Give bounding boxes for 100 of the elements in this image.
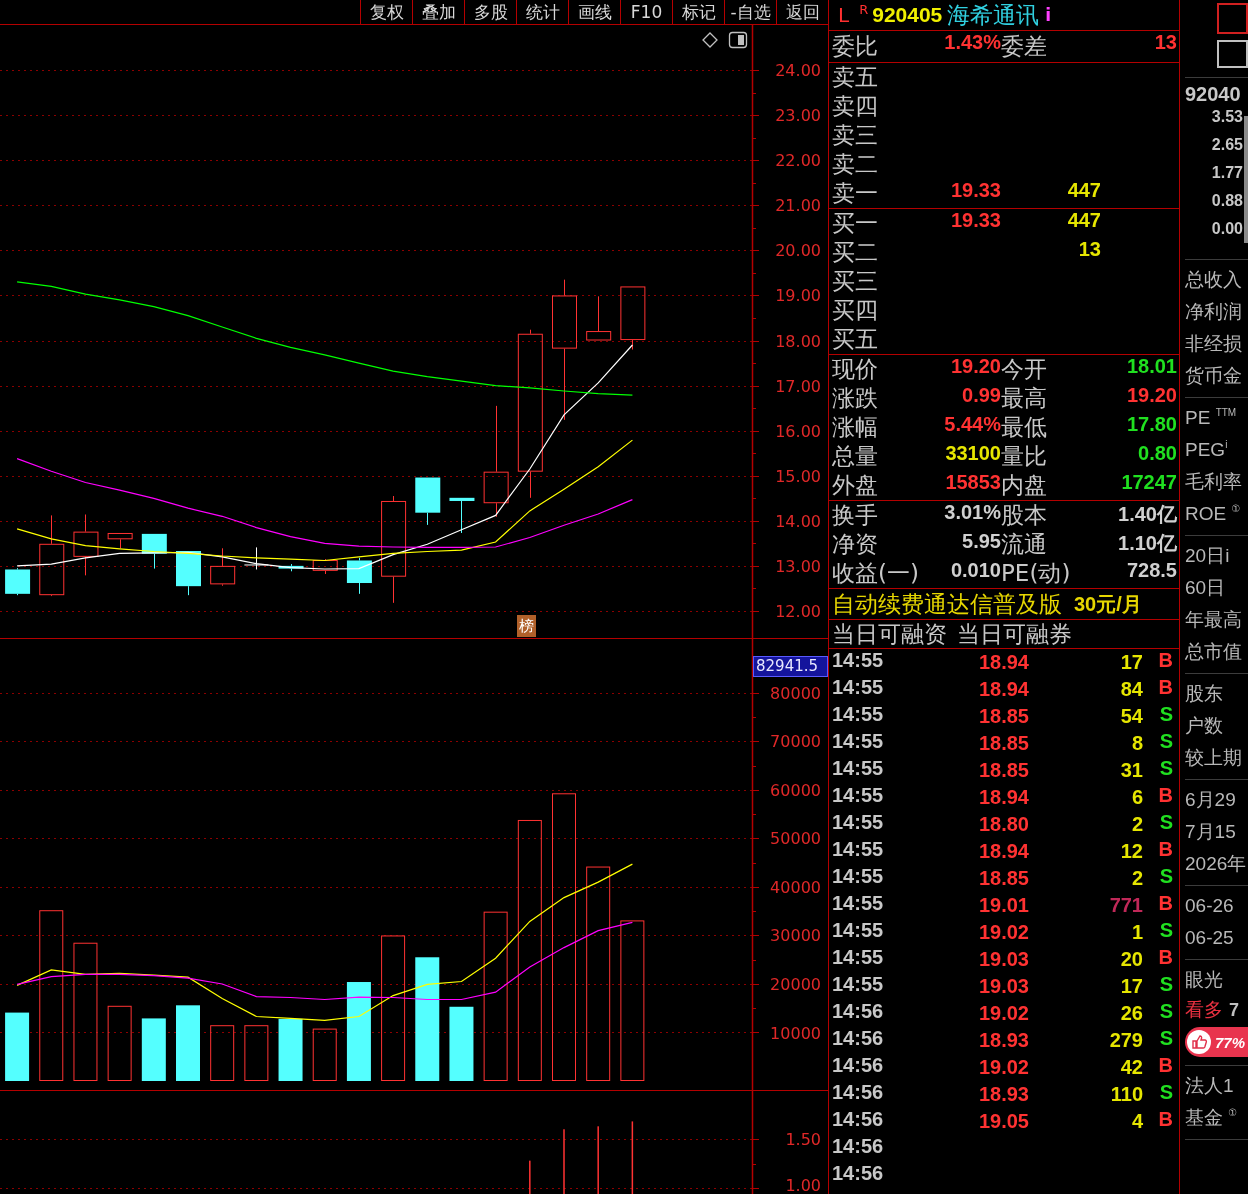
candlestick [415, 477, 441, 526]
scale-label: 2.65 [1210, 136, 1243, 155]
trade-time: 14:56 [832, 1135, 885, 1159]
info-label: ROE $^{①}$ [1185, 502, 1242, 526]
vote-count: 7 [1229, 999, 1239, 1021]
axis-label: 1.50 [785, 1130, 821, 1150]
scale-label: 3.53 [1210, 108, 1243, 127]
trade-price: 18.85 [977, 866, 1029, 891]
vote-label: 看多 [1185, 997, 1223, 1022]
trade-side: S [1158, 1027, 1173, 1051]
trade-volume: 771 [1108, 893, 1143, 918]
toolbar-button[interactable]: F10 [620, 0, 672, 24]
axis-label: 17.00 [775, 376, 821, 396]
order-volume: 13 [1077, 238, 1101, 262]
toolbar-button[interactable]: 画线 [568, 0, 620, 24]
candlestick [5, 567, 31, 596]
axis-label: 80000 [770, 683, 821, 703]
toolbar-button[interactable]: 复权 [360, 0, 412, 24]
trade-time: 14:55 [832, 757, 885, 781]
promo-link[interactable]: 自动续费通达信普及版 [832, 588, 1062, 620]
trade-time: 14:56 [832, 1081, 885, 1105]
trade-price: 19.05 [977, 1109, 1029, 1134]
trade-side: S [1158, 865, 1173, 889]
trade-time: 14:55 [832, 784, 885, 808]
quote-label: 涨跌 [832, 384, 879, 413]
quote-label: 最低 [1001, 413, 1048, 442]
candlestick [620, 286, 646, 351]
trade-side: B [1157, 784, 1173, 808]
market-tag: L [838, 3, 850, 27]
trade-time: 14:55 [832, 946, 885, 970]
tab-button[interactable] [1217, 40, 1248, 68]
trade-volume: 1 [1130, 920, 1143, 945]
trade-volume: 4 [1130, 1109, 1143, 1134]
trade-time: 14:56 [832, 1162, 885, 1186]
trade-price: 18.93 [977, 1082, 1029, 1107]
candlestick [449, 497, 475, 534]
info-label: 总市值 [1185, 640, 1243, 664]
candlestick [312, 558, 338, 575]
trade-price: 19.03 [977, 947, 1029, 972]
order-label: 买五 [832, 325, 879, 354]
trade-price: 18.94 [977, 650, 1029, 675]
axis-label: 20.00 [775, 241, 821, 261]
candlestick [73, 514, 99, 576]
quote-label: 总量 [832, 442, 879, 471]
info-label: 60日 [1185, 576, 1227, 600]
quote-value: 17247 [1120, 471, 1177, 495]
order-price: 19.33 [949, 209, 1001, 233]
axis-label: 1.00 [785, 1176, 821, 1194]
order-price: 19.33 [949, 179, 1001, 203]
toolbar-button[interactable]: 统计 [516, 0, 568, 24]
promo-price[interactable]: 30元/月 [1074, 590, 1142, 618]
rating-badge[interactable]: 77% [1185, 1027, 1248, 1057]
diamond-icon[interactable] [702, 32, 718, 48]
scale-label: 0.00 [1210, 220, 1243, 239]
order-label: 卖二 [832, 150, 879, 179]
toolbar-button[interactable]: 叠加 [412, 0, 464, 24]
trade-price: 18.94 [977, 677, 1029, 702]
toolbar-button[interactable]: 标记 [672, 0, 724, 24]
axis-label: 18.00 [775, 331, 821, 351]
trade-side: S [1158, 973, 1173, 997]
trade-volume: 110 [1109, 1082, 1143, 1107]
trade-volume: 31 [1119, 758, 1143, 783]
info-label: 06-25 [1185, 926, 1235, 950]
toolbar-button[interactable]: 多股 [464, 0, 516, 24]
candlestick [243, 546, 269, 570]
quote-value: 728.5 [1125, 559, 1177, 583]
trade-volume: 8 [1130, 731, 1143, 756]
trade-side: B [1157, 892, 1173, 916]
trade-time: 14:55 [832, 811, 885, 835]
trade-volume: 54 [1119, 704, 1143, 729]
trade-time: 14:55 [832, 649, 885, 673]
order-volume: 447 [1066, 209, 1101, 233]
trade-volume: 6 [1130, 785, 1143, 810]
trade-time: 14:56 [832, 1027, 885, 1051]
toolbar-button[interactable]: -自选 [724, 0, 776, 24]
axis-label: 20000 [770, 975, 821, 994]
trade-volume: 20 [1119, 947, 1143, 972]
quote-label: 收益(一) [832, 559, 920, 588]
trade-side: S [1158, 1081, 1173, 1105]
trade-time: 14:55 [832, 865, 885, 889]
order-label: 买一 [832, 209, 879, 238]
candlestick [107, 533, 133, 549]
trade-side: S [1158, 919, 1173, 943]
quote-label: 涨幅 [832, 413, 879, 442]
trade-side: B [1157, 838, 1173, 862]
quote-label: 流通 [1001, 530, 1048, 559]
axis-label: 50000 [770, 829, 821, 849]
axis-label: 21.00 [775, 196, 821, 216]
panel-icon[interactable] [728, 31, 748, 49]
axis-label: 22.00 [775, 151, 821, 171]
scale-label: 0.88 [1210, 192, 1243, 211]
rank-badge[interactable]: 榜 [517, 615, 536, 637]
info-label: 货币金 [1185, 364, 1243, 388]
candlestick [586, 295, 612, 341]
margin-label: 当日可融券 [957, 619, 1072, 649]
info-link[interactable]: i [1045, 5, 1052, 25]
trade-price: 19.02 [977, 920, 1029, 945]
trade-price: 18.94 [977, 785, 1029, 810]
candlestick [346, 557, 372, 595]
stock-name: 海希通讯 [947, 0, 1040, 30]
